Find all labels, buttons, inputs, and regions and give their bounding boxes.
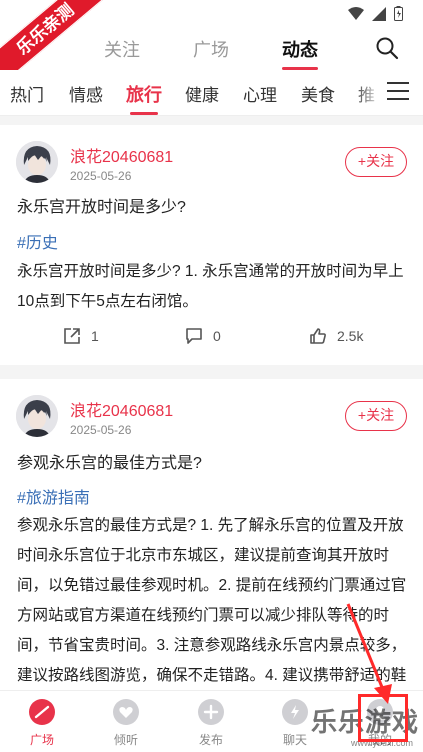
like-button[interactable]: 2.5k bbox=[309, 327, 363, 345]
like-count: 2.5k bbox=[337, 328, 364, 344]
status-icons bbox=[348, 6, 403, 21]
post-date: 2025-05-26 bbox=[70, 423, 132, 437]
follow-button[interactable]: +关注 bbox=[345, 401, 407, 431]
corner-ribbon-text: 乐乐亲测 bbox=[0, 0, 110, 70]
category-bar: 热门 情感 旅行 健康 心理 美食 推 bbox=[0, 70, 423, 116]
wifi-icon bbox=[348, 6, 364, 20]
corner-ribbon-badge: 乐乐亲测 bbox=[0, 0, 110, 70]
nav-publish[interactable]: 发布 bbox=[181, 699, 241, 748]
category-fade bbox=[353, 70, 383, 115]
nav-plaza-label: 广场 bbox=[29, 733, 54, 747]
avatar[interactable] bbox=[16, 141, 58, 183]
hamburger-icon[interactable] bbox=[387, 82, 409, 102]
post-username[interactable]: 浪花20460681 bbox=[70, 397, 173, 421]
thumbs-up-icon bbox=[310, 328, 326, 344]
plus-icon bbox=[198, 699, 224, 725]
tab-feed[interactable]: 动态 bbox=[282, 36, 318, 70]
post-body[interactable]: 永乐宫开放时间是多少? 1. 永乐宫通常的开放时间为早上10点到下午5点左右闭馆… bbox=[17, 257, 409, 317]
category-food[interactable]: 美食 bbox=[301, 81, 335, 106]
nav-plaza[interactable]: 广场 bbox=[12, 699, 72, 748]
share-icon bbox=[64, 328, 80, 344]
category-health[interactable]: 健康 bbox=[185, 81, 219, 106]
share-count: 1 bbox=[91, 328, 99, 344]
category-emotion[interactable]: 情感 bbox=[69, 81, 103, 106]
follow-button[interactable]: +关注 bbox=[345, 147, 407, 177]
post-tag[interactable]: #旅游指南 bbox=[17, 484, 90, 508]
post-date: 2025-05-26 bbox=[70, 169, 132, 183]
post-title[interactable]: 永乐宫开放时间是多少? bbox=[17, 193, 186, 217]
active-category-underline bbox=[130, 112, 158, 115]
search-icon[interactable] bbox=[375, 36, 399, 60]
category-travel[interactable]: 旅行 bbox=[126, 81, 162, 115]
nav-listen-label: 倾听 bbox=[113, 733, 138, 747]
post-card[interactable]: 浪花20460681 2025-05-26 +关注 永乐宫开放时间是多少? #历… bbox=[0, 125, 423, 365]
post-title[interactable]: 参观永乐宫的最佳方式是? bbox=[17, 449, 202, 473]
avatar[interactable] bbox=[16, 395, 58, 437]
category-psychology[interactable]: 心理 bbox=[243, 81, 277, 106]
post-username[interactable]: 浪花20460681 bbox=[70, 143, 173, 167]
post-tag[interactable]: #历史 bbox=[17, 229, 58, 253]
battery-icon bbox=[394, 6, 403, 21]
signal-icon bbox=[372, 6, 386, 21]
category-hot[interactable]: 热门 bbox=[10, 81, 44, 106]
annotation-arrow-icon bbox=[346, 603, 392, 704]
heart-icon bbox=[113, 699, 139, 725]
nav-listen[interactable]: 倾听 bbox=[96, 699, 156, 748]
nav-publish-label: 发布 bbox=[198, 733, 223, 747]
comment-button[interactable]: 0 bbox=[185, 327, 221, 345]
comment-count: 0 bbox=[213, 328, 221, 344]
plaza-icon bbox=[29, 699, 55, 725]
post-actions: 1 0 2.5k bbox=[0, 327, 423, 349]
share-button[interactable]: 1 bbox=[63, 327, 99, 345]
tab-plaza[interactable]: 广场 bbox=[193, 36, 229, 62]
comment-icon bbox=[186, 328, 202, 344]
